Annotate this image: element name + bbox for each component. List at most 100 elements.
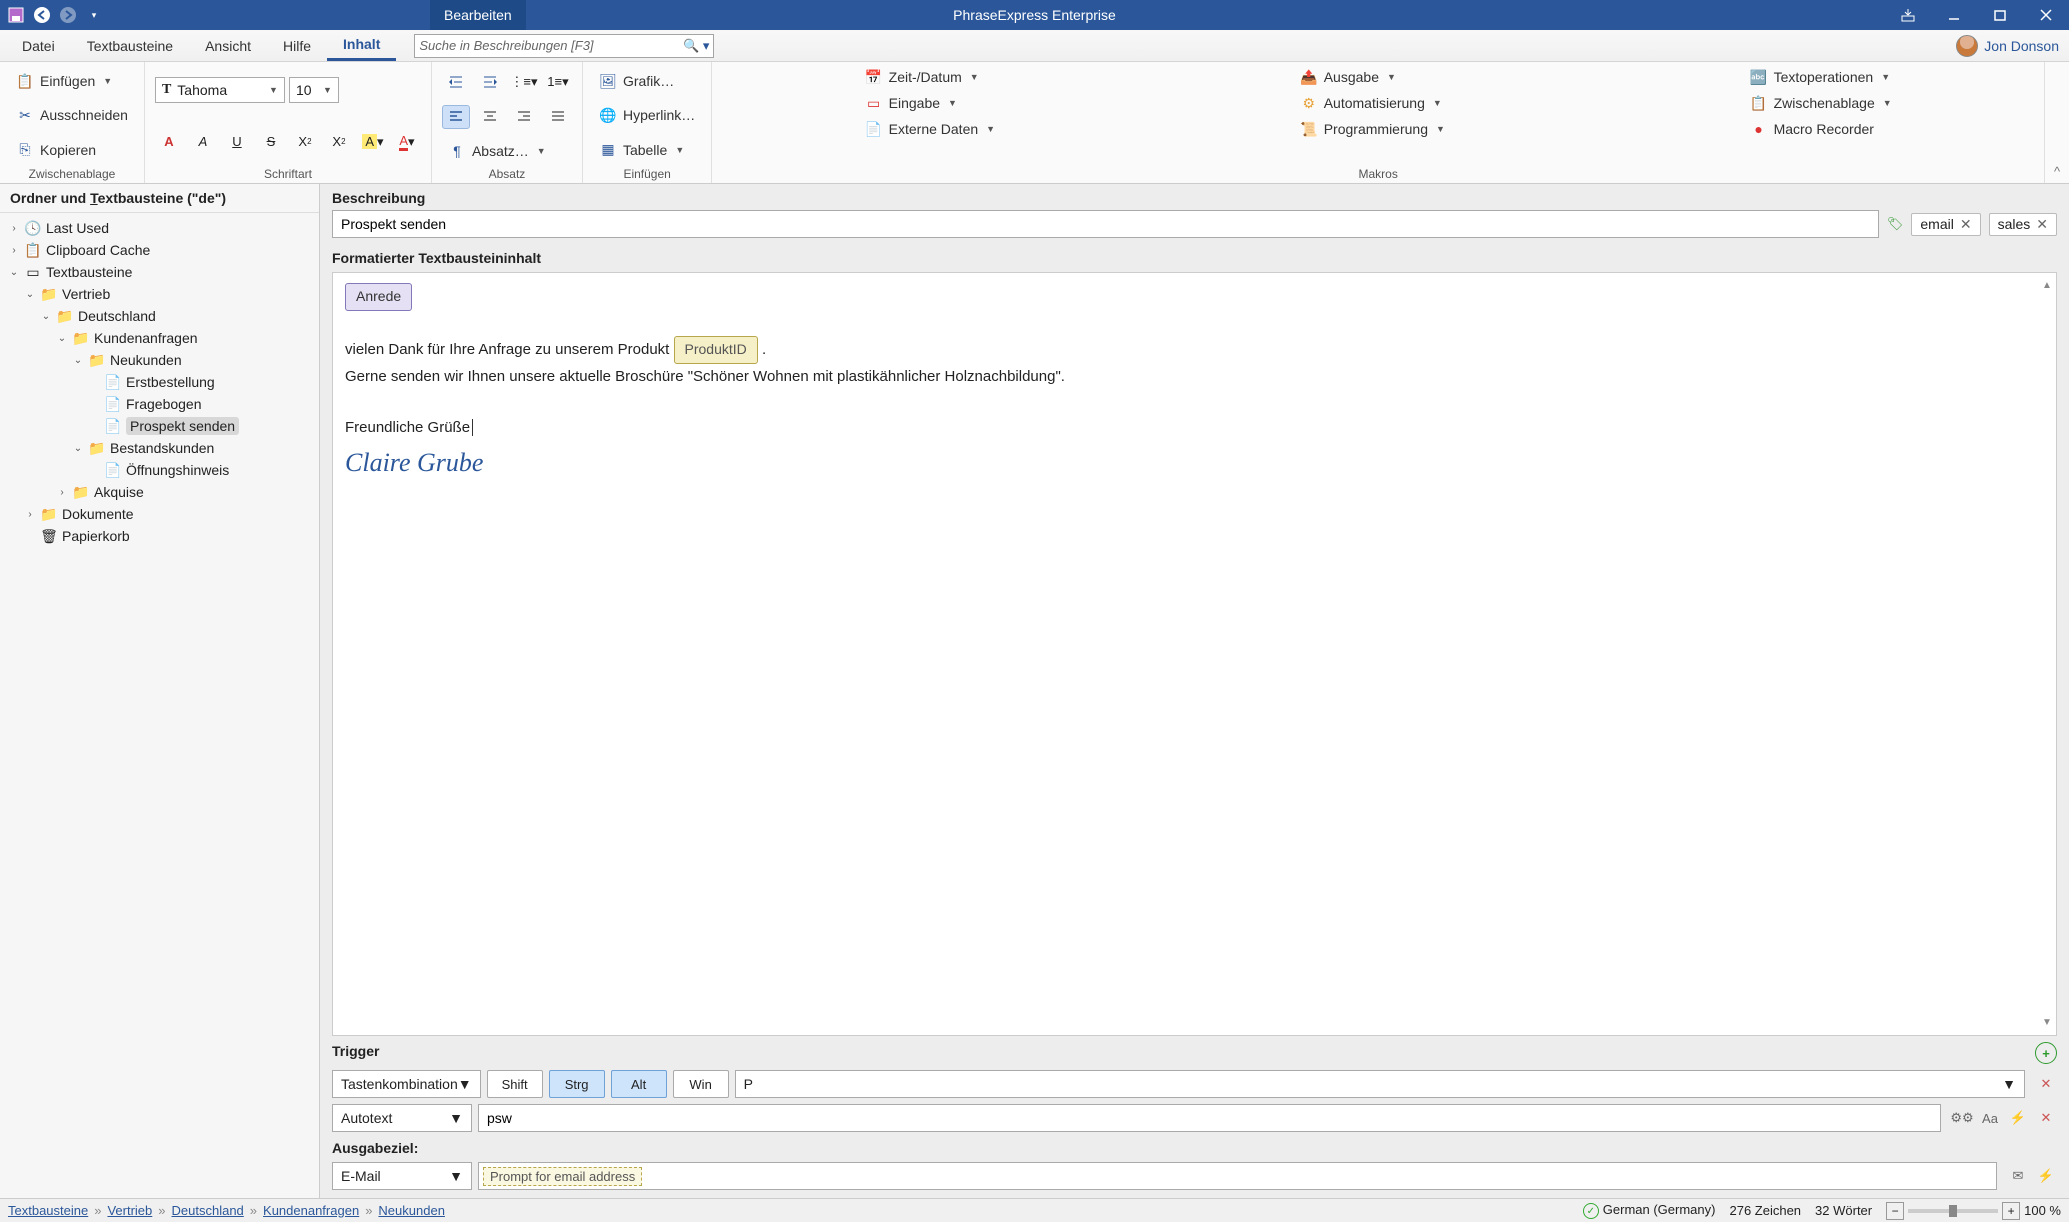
close-icon[interactable] bbox=[2023, 0, 2069, 30]
ribbon-display-icon[interactable] bbox=[1885, 0, 1931, 30]
settings-icon[interactable]: ⚙⚙ bbox=[1951, 1107, 1973, 1129]
ausgabe-button[interactable]: 📤Ausgabe▼ bbox=[1294, 66, 1451, 88]
description-input[interactable] bbox=[332, 210, 1879, 238]
cut-button[interactable]: ✂Ausschneiden bbox=[10, 104, 134, 126]
externedaten-button[interactable]: 📄Externe Daten▼ bbox=[859, 118, 1001, 140]
automatisierung-button[interactable]: ⚙Automatisierung▼ bbox=[1294, 92, 1451, 114]
paragraph-button[interactable]: ¶Absatz…▼ bbox=[442, 140, 572, 162]
programmierung-button[interactable]: 📜Programmierung▼ bbox=[1294, 118, 1451, 140]
tag-remove-icon[interactable]: ✕ bbox=[1960, 216, 1972, 233]
crumb-4[interactable]: Neukunden bbox=[378, 1203, 445, 1218]
tag-sales[interactable]: sales✕ bbox=[1989, 213, 2057, 236]
tree-neukunden[interactable]: ⌄📁Neukunden bbox=[0, 349, 319, 371]
tree-oeffnungshinweis[interactable]: 📄Öffnungshinweis bbox=[0, 459, 319, 481]
flash-icon[interactable]: ⚡ bbox=[2035, 1165, 2057, 1187]
paste-button[interactable]: 📋Einfügen▼ bbox=[10, 70, 134, 92]
italic-icon[interactable]: A bbox=[189, 130, 217, 154]
editor-scrollbar[interactable]: ▲▼ bbox=[2042, 277, 2054, 1031]
macrorecorder-button[interactable]: ●Macro Recorder bbox=[1744, 118, 1898, 140]
tree-papierkorb[interactable]: 🗑Papierkorb bbox=[0, 525, 319, 547]
indent-right-icon[interactable] bbox=[476, 70, 504, 94]
textop-button[interactable]: 🔤Textoperationen▼ bbox=[1744, 66, 1898, 88]
casesensitive-icon[interactable]: Aa bbox=[1979, 1107, 2001, 1129]
eingabe-button[interactable]: ▭Eingabe▼ bbox=[859, 92, 1001, 114]
tabelle-button[interactable]: ▦Tabelle▼ bbox=[593, 139, 701, 161]
trigger-type-combo[interactable]: Tastenkombination▼ bbox=[332, 1070, 481, 1098]
highlight-icon[interactable]: A▾ bbox=[359, 130, 387, 154]
tree-dokumente[interactable]: ›📁Dokumente bbox=[0, 503, 319, 525]
tag-email[interactable]: email✕ bbox=[1911, 213, 1980, 236]
grafik-button[interactable]: 🖼Grafik… bbox=[593, 70, 701, 92]
tab-datei[interactable]: Datei bbox=[6, 30, 71, 61]
crumb-2[interactable]: Deutschland bbox=[172, 1203, 244, 1218]
align-justify-icon[interactable] bbox=[544, 105, 572, 129]
crumb-0[interactable]: Textbausteine bbox=[8, 1203, 88, 1218]
zoom-out-icon[interactable]: − bbox=[1886, 1202, 1904, 1220]
bold-icon[interactable]: A bbox=[155, 130, 183, 154]
tree-textbausteine[interactable]: ⌄▭Textbausteine bbox=[0, 261, 319, 283]
tree-bestandskunden[interactable]: ⌄📁Bestandskunden bbox=[0, 437, 319, 459]
smartcomplete-icon[interactable]: ⚡ bbox=[2007, 1107, 2029, 1129]
modkey-alt[interactable]: Alt bbox=[611, 1070, 667, 1098]
modkey-strg[interactable]: Strg bbox=[549, 1070, 605, 1098]
tree-vertrieb[interactable]: ⌄📁Vertrieb bbox=[0, 283, 319, 305]
number-list-icon[interactable]: 1≡▾ bbox=[544, 70, 572, 94]
maximize-icon[interactable] bbox=[1977, 0, 2023, 30]
trigger-add-button[interactable]: + bbox=[2035, 1042, 2057, 1064]
trigger-delete-icon[interactable]: ✕ bbox=[2035, 1107, 2057, 1129]
tree-kundenanfragen[interactable]: ⌄📁Kundenanfragen bbox=[0, 327, 319, 349]
chip-anrede[interactable]: Anrede bbox=[345, 283, 412, 311]
strike-icon[interactable]: S bbox=[257, 130, 285, 154]
subscript-icon[interactable]: X2 bbox=[291, 130, 319, 154]
forward-icon[interactable] bbox=[56, 3, 80, 27]
hyperlink-button[interactable]: 🌐Hyperlink… bbox=[593, 104, 701, 126]
superscript-icon[interactable]: X2 bbox=[325, 130, 353, 154]
tab-ansicht[interactable]: Ansicht bbox=[189, 30, 267, 61]
minimize-icon[interactable] bbox=[1931, 0, 1977, 30]
bullet-list-icon[interactable]: ⋮≡▾ bbox=[510, 70, 538, 94]
ribbon-collapse-icon[interactable]: ^ bbox=[2045, 62, 2069, 183]
output-token[interactable]: Prompt for email address bbox=[483, 1167, 642, 1186]
content-editor[interactable]: Anrede vielen Dank für Ihre Anfrage zu u… bbox=[332, 272, 2057, 1036]
output-target-input[interactable]: Prompt for email address bbox=[478, 1162, 1997, 1190]
email-icon[interactable]: ✉ bbox=[2007, 1165, 2029, 1187]
trigger-key-combo[interactable]: P▼ bbox=[735, 1070, 2025, 1098]
zoom-control[interactable]: − + 100 % bbox=[1886, 1202, 2061, 1220]
output-combo[interactable]: E-Mail▼ bbox=[332, 1162, 472, 1190]
search-icon[interactable]: 🔍 ▾ bbox=[683, 38, 709, 54]
tab-hilfe[interactable]: Hilfe bbox=[267, 30, 327, 61]
zoom-slider[interactable] bbox=[1908, 1209, 1998, 1213]
trigger-delete-icon[interactable]: ✕ bbox=[2035, 1073, 2057, 1095]
qa-dropdown-icon[interactable]: ▾ bbox=[82, 3, 106, 27]
align-center-icon[interactable] bbox=[476, 105, 504, 129]
align-right-icon[interactable] bbox=[510, 105, 538, 129]
autotext-type-combo[interactable]: Autotext▼ bbox=[332, 1104, 472, 1132]
search-input[interactable]: Suche in Beschreibungen [F3] 🔍 ▾ bbox=[414, 34, 714, 58]
crumb-1[interactable]: Vertrieb bbox=[107, 1203, 152, 1218]
copy-button[interactable]: ⎘Kopieren bbox=[10, 139, 134, 161]
crumb-3[interactable]: Kundenanfragen bbox=[263, 1203, 359, 1218]
align-left-icon[interactable] bbox=[442, 105, 470, 129]
fontcolor-icon[interactable]: A▾ bbox=[393, 130, 421, 154]
indent-left-icon[interactable] bbox=[442, 70, 470, 94]
tab-inhalt[interactable]: Inhalt bbox=[327, 30, 396, 61]
font-size-combo[interactable]: 10▼ bbox=[289, 77, 339, 103]
tag-remove-icon[interactable]: ✕ bbox=[2036, 216, 2048, 233]
tree-erstbestellung[interactable]: 📄Erstbestellung bbox=[0, 371, 319, 393]
tag-add-icon[interactable]: 🏷 bbox=[1887, 216, 1904, 232]
tab-textbausteine[interactable]: Textbausteine bbox=[71, 30, 189, 61]
zwischenablage-button[interactable]: 📋Zwischenablage▼ bbox=[1744, 92, 1898, 114]
modkey-win[interactable]: Win bbox=[673, 1070, 729, 1098]
back-icon[interactable] bbox=[30, 3, 54, 27]
chip-produktid[interactable]: ProduktID bbox=[674, 336, 758, 364]
tree-prospekt[interactable]: 📄Prospekt senden bbox=[0, 415, 319, 437]
tree-fragebogen[interactable]: 📄Fragebogen bbox=[0, 393, 319, 415]
tree-clipboardcache[interactable]: ›📋Clipboard Cache bbox=[0, 239, 319, 261]
font-family-combo[interactable]: TTahoma▼ bbox=[155, 77, 285, 103]
modkey-shift[interactable]: Shift bbox=[487, 1070, 543, 1098]
underline-icon[interactable]: U bbox=[223, 130, 251, 154]
tree-lastused[interactable]: ›🕓Last Used bbox=[0, 217, 319, 239]
tree-deutschland[interactable]: ⌄📁Deutschland bbox=[0, 305, 319, 327]
zeitdatum-button[interactable]: 📅Zeit-/Datum▼ bbox=[859, 66, 1001, 88]
autotext-input[interactable] bbox=[478, 1104, 1941, 1132]
